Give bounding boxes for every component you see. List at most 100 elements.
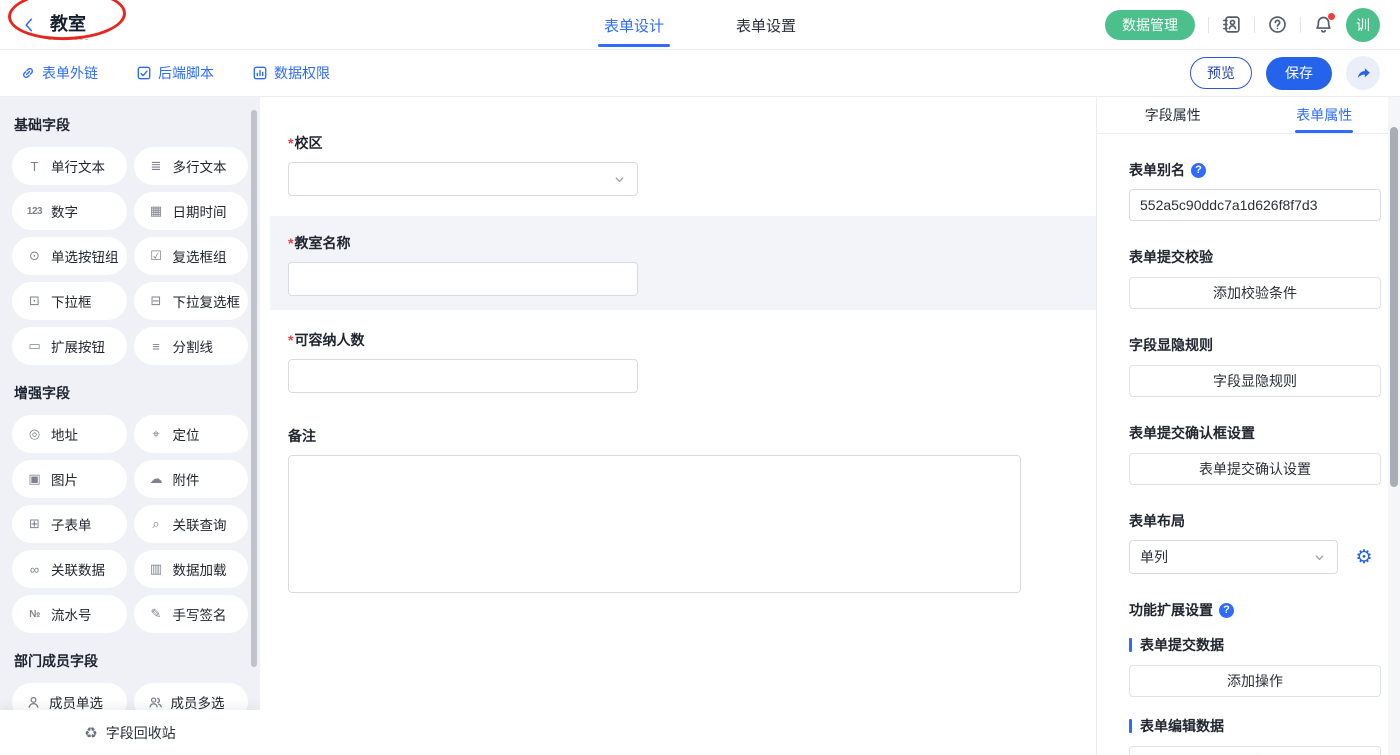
field-pill[interactable]: №流水号 [12, 595, 127, 633]
field-pill[interactable]: ⊞子表单 [12, 505, 127, 543]
extension-subsection-1: 表单编辑数据 [1129, 716, 1380, 736]
field-pill[interactable]: 123数字 [12, 192, 127, 230]
field-pill[interactable]: ⌕关联查询 [134, 505, 249, 543]
notification-dot [1328, 13, 1335, 20]
header-tab-form-settings[interactable]: 表单设置 [736, 0, 796, 50]
properties-body: 表单别名?表单提交校验添加校验条件字段显隐规则字段显隐规则表单提交确认框设置表单… [1097, 160, 1400, 755]
canvas-field-2[interactable]: *可容纳人数 [288, 330, 1096, 393]
section-action-button-1[interactable]: 字段显隐规则 [1129, 365, 1381, 397]
field-pill[interactable]: ⌖定位 [134, 415, 249, 453]
subform-icon: ⊞ [26, 516, 43, 532]
app-header: 教室 表单设计 表单设置 数据管理 训 [0, 0, 1400, 50]
select-icon: ⊡ [26, 293, 43, 309]
help-filled-icon[interactable]: ? [1191, 163, 1206, 178]
field-select[interactable] [288, 162, 638, 196]
link-icon [20, 65, 36, 81]
divider [1208, 17, 1209, 33]
canvas-field-0[interactable]: *校区 [288, 133, 1096, 196]
toolbar-link-2[interactable]: 数据权限 [252, 63, 330, 83]
section-label-rp-0: 表单提交校验 [1129, 247, 1380, 267]
properties-tab-form[interactable]: 表单属性 [1249, 97, 1400, 133]
field-label: *教室名称 [288, 233, 1096, 253]
form-layout-select[interactable]: 单列 [1129, 540, 1338, 574]
form-alias-input[interactable] [1129, 189, 1381, 221]
field-recycle-button[interactable]: ♻ 字段回收站 [0, 710, 260, 755]
required-asterisk: * [288, 135, 293, 151]
layout-gear-button[interactable]: ⚙ [1348, 541, 1380, 573]
notification-bell-icon[interactable] [1314, 15, 1333, 34]
signature-icon: ✎ [148, 606, 165, 622]
header-tab-form-design[interactable]: 表单设计 [604, 0, 664, 50]
field-pill[interactable]: ≡分割线 [134, 327, 249, 365]
field-pill[interactable]: ⊡下拉框 [12, 282, 127, 320]
form-toolbar: 表单外链 后端脚本 数据权限 预览 保存 [0, 50, 1400, 97]
canvas-field-3[interactable]: 备注 [288, 426, 1096, 593]
recycle-icon: ♻ [84, 724, 97, 742]
field-pill[interactable]: ✎手写签名 [134, 595, 249, 633]
field-pill[interactable]: ∞关联数据 [12, 550, 127, 588]
section-action-button-2[interactable]: 表单提交确认设置 [1129, 453, 1381, 485]
field-pill[interactable]: ▣图片 [12, 460, 127, 498]
field-palette-sidebar: 基础字段T单行文本≣多行文本123数字▦日期时间⊙单选按钮组☑复选框组⊡下拉框⊟… [0, 97, 260, 755]
linked-query-icon: ⌕ [148, 516, 165, 532]
toolbar-links: 表单外链 后端脚本 数据权限 [20, 63, 368, 83]
extension-action-button-1[interactable]: 添加操作 [1129, 746, 1381, 755]
sidebar-section-title: 基础字段 [0, 97, 260, 147]
help-icon[interactable] [1268, 15, 1287, 34]
window-scrollbar-thumb[interactable] [1390, 127, 1398, 487]
field-pill[interactable]: ⊙单选按钮组 [12, 237, 127, 275]
field-textarea[interactable] [288, 455, 1021, 593]
sidebar-section-title: 增强字段 [0, 365, 260, 415]
chevron-down-icon [1312, 550, 1327, 565]
section-label-form-layout: 表单布局 [1129, 511, 1380, 531]
toolbar-link-0[interactable]: 表单外链 [20, 63, 98, 83]
sidebar-section-title: 部门成员字段 [0, 633, 260, 683]
canvas-field-1[interactable]: *教室名称 [270, 216, 1096, 310]
help-filled-icon[interactable]: ? [1219, 603, 1234, 618]
field-pill[interactable]: ⊟下拉复选框 [134, 282, 249, 320]
window-scrollbar-track[interactable] [1388, 97, 1400, 755]
address-icon: ◎ [26, 426, 43, 442]
properties-tab-field[interactable]: 字段属性 [1097, 97, 1249, 133]
page-title[interactable]: 教室 [48, 10, 88, 40]
field-pill[interactable]: ☑复选框组 [134, 237, 249, 275]
chevron-down-icon [612, 172, 627, 187]
header-left: 教室 [20, 10, 270, 40]
section-label-rp-1: 字段显隐规则 [1129, 335, 1380, 355]
field-pill[interactable]: ▭扩展按钮 [12, 327, 127, 365]
datetime-icon: ▦ [148, 203, 165, 219]
divider [1300, 17, 1301, 33]
single-line-text-icon: T [26, 159, 43, 174]
field-pill[interactable]: ≣多行文本 [134, 147, 249, 185]
field-pill[interactable]: ▦日期时间 [134, 192, 249, 230]
form-design-canvas[interactable]: *校区 *教室名称 *可容纳人数备注 [260, 97, 1096, 755]
field-pill[interactable]: ◎地址 [12, 415, 127, 453]
preview-button[interactable]: 预览 [1190, 57, 1252, 89]
data-manage-button[interactable]: 数据管理 [1105, 10, 1195, 40]
share-button[interactable] [1346, 56, 1380, 90]
field-pill[interactable]: T单行文本 [12, 147, 127, 185]
checkbox-group-icon: ☑ [148, 248, 165, 264]
header-tabs: 表单设计 表单设置 [604, 0, 796, 50]
linked-data-icon: ∞ [26, 562, 43, 577]
back-chevron-icon[interactable] [20, 16, 38, 34]
section-action-button-0[interactable]: 添加校验条件 [1129, 277, 1381, 309]
contact-book-icon[interactable] [1222, 15, 1241, 34]
field-input[interactable] [288, 262, 638, 296]
sidebar-field-grid: T单行文本≣多行文本123数字▦日期时间⊙单选按钮组☑复选框组⊡下拉框⊟下拉复选… [0, 147, 260, 365]
avatar[interactable]: 训 [1346, 8, 1380, 42]
save-button[interactable]: 保存 [1266, 57, 1332, 90]
gear-icon: ⚙ [1356, 546, 1373, 569]
header-actions: 数据管理 训 [1105, 8, 1380, 42]
extension-action-button-0[interactable]: 添加操作 [1129, 665, 1381, 697]
field-label: *校区 [288, 133, 1096, 153]
properties-tabs: 字段属性表单属性 [1097, 97, 1400, 134]
toolbar-link-1[interactable]: 后端脚本 [136, 63, 214, 83]
sidebar-scrollbar[interactable] [251, 110, 257, 667]
radio-group-icon: ⊙ [26, 248, 43, 264]
form-layout-row: 单列 ⚙ [1129, 540, 1380, 574]
extension-subsection-0: 表单提交数据 [1129, 635, 1380, 655]
field-input[interactable] [288, 359, 638, 393]
field-pill[interactable]: ☁附件 [134, 460, 249, 498]
field-pill[interactable]: ▥数据加载 [134, 550, 249, 588]
